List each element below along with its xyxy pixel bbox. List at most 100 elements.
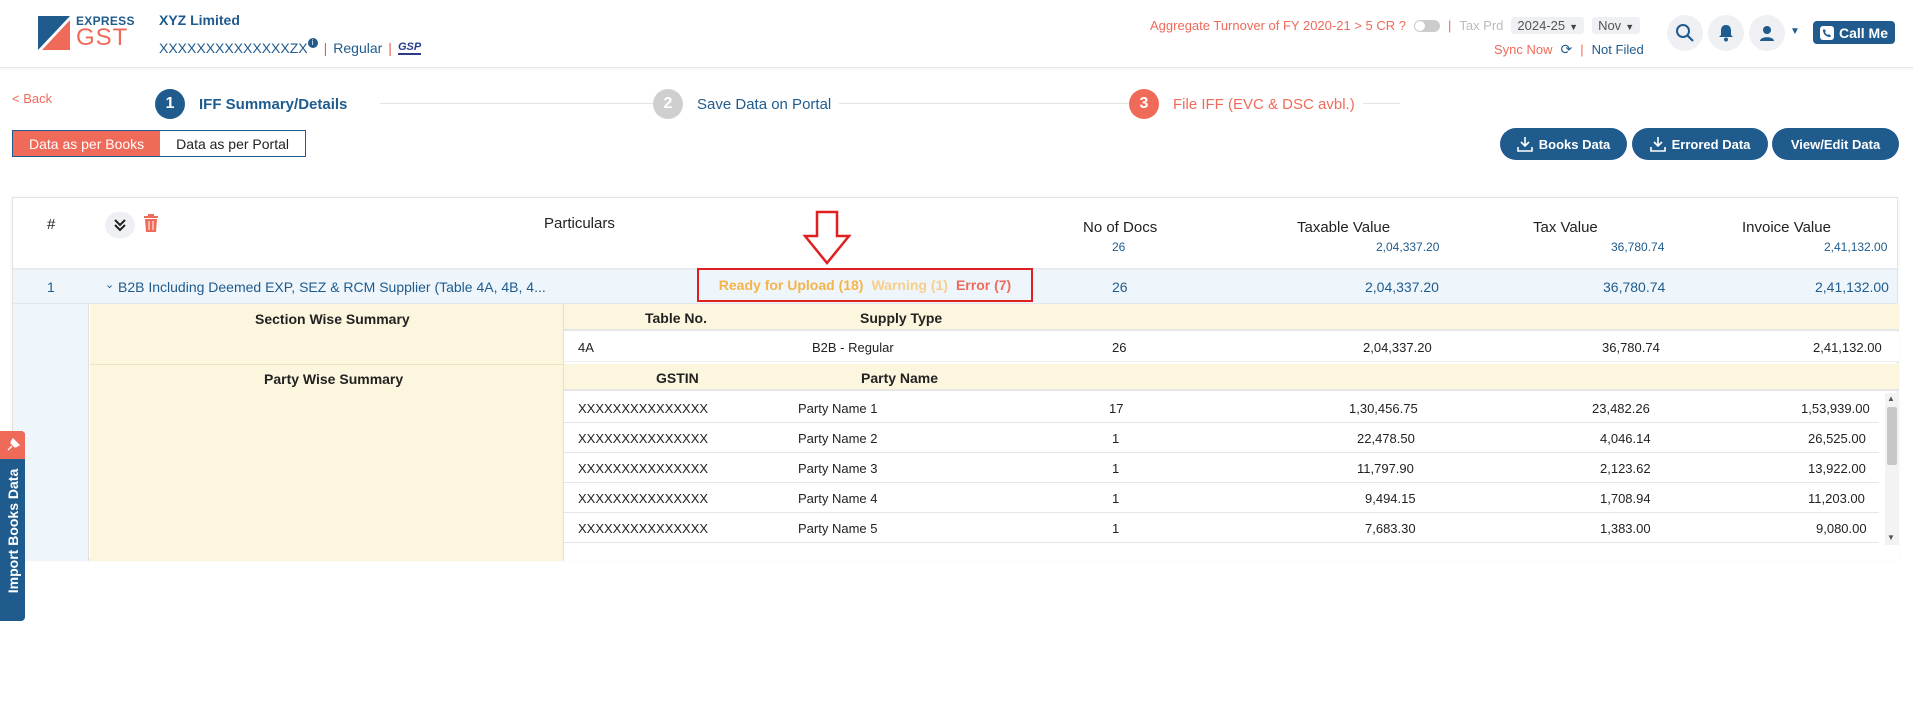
errored-data-label: Errored Data <box>1671 136 1751 152</box>
party-invoice: 1,53,939.00 <box>1801 401 1870 416</box>
summary-table: # Particulars No of Docs 26 Taxable Valu… <box>12 197 1899 561</box>
year-select[interactable]: 2024-25 ▼ <box>1511 17 1585 34</box>
total-tax: 36,780.74 <box>1611 240 1665 254</box>
tab-data-as-per-portal[interactable]: Data as per Portal <box>160 131 306 156</box>
party-taxable: 1,30,456.75 <box>1349 401 1418 416</box>
party-list: XXXXXXXXXXXXXXX Party Name 1 17 1,30,456… <box>564 393 1899 561</box>
separator: | <box>1447 18 1452 33</box>
trash-icon[interactable] <box>143 214 159 232</box>
sync-row: Sync Now ⟳ | Not Filed <box>1494 41 1644 58</box>
col-tax-header: Tax Value <box>1533 219 1598 236</box>
col-supply-type: Supply Type <box>860 310 943 326</box>
party-taxable: 9,494.15 <box>1365 491 1416 506</box>
party-docs: 1 <box>1112 521 1120 536</box>
search-button[interactable] <box>1667 15 1703 51</box>
scroll-down-icon[interactable]: ▼ <box>1887 533 1895 542</box>
download-icon <box>1516 137 1533 152</box>
annotation-arrow-icon <box>802 210 852 265</box>
scroll-thumb[interactable] <box>1887 407 1897 465</box>
tax-period-label: Tax Prd <box>1459 18 1504 33</box>
section-no-docs: 26 <box>1112 340 1127 355</box>
status-warning[interactable]: Warning (1) <box>871 277 947 293</box>
party-invoice: 26,525.00 <box>1808 431 1866 446</box>
month-select[interactable]: Nov ▼ <box>1592 17 1641 34</box>
section-invoice: 2,41,132.00 <box>1813 340 1882 355</box>
back-link[interactable]: < Back <box>12 91 52 106</box>
data-source-tabs: Data as per Books Data as per Portal <box>12 130 307 157</box>
refresh-icon[interactable]: ⟳ <box>1561 41 1573 58</box>
section-wise-summary-title: Section Wise Summary <box>255 311 410 327</box>
step-number: 1 <box>155 89 185 119</box>
table-row[interactable]: XXXXXXXXXXXXXXX Party Name 1 17 1,30,456… <box>564 393 1879 423</box>
import-books-data-tab[interactable]: Import Books Data <box>0 431 25 621</box>
party-list-scrollbar[interactable]: ▲ ▼ <box>1885 393 1899 545</box>
b2b-no-docs: 26 <box>1112 279 1128 295</box>
table-row[interactable]: 4A B2B - Regular 26 2,04,337.20 36,780.7… <box>564 332 1899 362</box>
view-edit-data-label: View/Edit Data <box>1790 136 1881 152</box>
summary-titles-panel: Section Wise Summary Party Wise Summary <box>90 304 564 561</box>
status-highlight-box: Ready for Upload (18) Warning (1) Error … <box>697 268 1033 302</box>
b2b-invoice: 2,41,132.00 <box>1815 279 1889 295</box>
party-gstin: XXXXXXXXXXXXXXX <box>578 521 709 536</box>
brand-main-text: GST <box>76 24 129 51</box>
scroll-up-icon[interactable]: ▲ <box>1887 394 1895 403</box>
party-docs: 1 <box>1112 461 1120 476</box>
caret-down-icon[interactable]: ▼ <box>1790 26 1800 37</box>
expand-all-button[interactable] <box>105 212 135 238</box>
notifications-button[interactable] <box>1708 15 1744 51</box>
col-party-name: Party Name <box>861 370 939 386</box>
step-number: 2 <box>653 89 683 119</box>
express-gst-logo[interactable]: EXPRESS GST <box>36 14 136 52</box>
step-3[interactable]: 3 File IFF (EVC & DSC avbl.) <box>1129 89 1363 119</box>
status-ready-for-upload[interactable]: Ready for Upload (18) <box>719 277 864 293</box>
view-edit-data-button[interactable]: View/Edit Data <box>1772 128 1899 160</box>
section-taxable: 2,04,337.20 <box>1363 340 1432 355</box>
col-table-no: Table No. <box>645 310 707 326</box>
table-row[interactable]: XXXXXXXXXXXXXXX Party Name 2 1 22,478.50… <box>564 423 1879 453</box>
pin-icon[interactable] <box>0 431 25 459</box>
table-row[interactable]: XXXXXXXXXXXXXXX Party Name 3 1 11,797.90… <box>564 453 1879 483</box>
table-row[interactable]: XXXXXXXXXXXXXXX Party Name 5 1 7,683.30 … <box>564 513 1879 543</box>
row-index: 1 <box>47 279 55 295</box>
info-icon[interactable]: i <box>307 38 318 48</box>
caret-down-icon: ▼ <box>1625 22 1635 32</box>
col-no-docs-header: No of Docs <box>1083 219 1158 236</box>
party-tax: 1,708.94 <box>1600 491 1651 506</box>
b2b-tax: 36,780.74 <box>1603 279 1666 295</box>
section-tax: 36,780.74 <box>1602 340 1660 355</box>
col-index-header: # <box>47 216 56 233</box>
company-name[interactable]: XYZ Limited <box>159 12 240 28</box>
errored-data-button[interactable]: Errored Data <box>1632 128 1768 160</box>
import-books-data-label: Import Books Data <box>5 468 21 594</box>
total-taxable: 2,04,337.20 <box>1376 240 1440 254</box>
turnover-toggle[interactable] <box>1413 19 1440 32</box>
separator: | <box>323 40 328 56</box>
step-label: IFF Summary/Details <box>199 95 348 113</box>
search-icon <box>1676 24 1694 42</box>
party-name: Party Name 1 <box>798 401 878 416</box>
download-icon <box>1649 137 1666 152</box>
user-profile-button[interactable] <box>1749 15 1785 51</box>
gsp-logo-icon: GSP <box>397 41 422 55</box>
table-row[interactable]: XXXXXXXXXXXXXXX Party Name 4 1 9,494.15 … <box>564 483 1879 513</box>
col-particulars-header: Particulars <box>544 215 615 232</box>
b2b-label[interactable]: B2B Including Deemed EXP, SEZ & RCM Supp… <box>118 279 546 295</box>
party-name: Party Name 2 <box>798 431 878 446</box>
tab-data-as-per-books[interactable]: Data as per Books <box>13 131 161 156</box>
party-name: Party Name 3 <box>798 461 878 476</box>
separator: | <box>1580 42 1584 57</box>
books-data-label: Books Data <box>1538 136 1611 152</box>
party-docs: 1 <box>1112 431 1120 446</box>
sync-now-link[interactable]: Sync Now <box>1494 42 1553 57</box>
step-2[interactable]: 2 Save Data on Portal <box>653 89 840 119</box>
call-me-button[interactable]: Call Me <box>1813 21 1895 44</box>
col-gstin: GSTIN <box>656 370 699 386</box>
party-gstin: XXXXXXXXXXXXXXX <box>578 431 709 446</box>
step-1[interactable]: 1 IFF Summary/Details <box>155 89 356 119</box>
gstin-row: XXXXXXXXXXXXXXZX i | Regular | GSP <box>159 38 422 56</box>
divider <box>90 364 563 365</box>
status-error[interactable]: Error (7) <box>956 277 1011 293</box>
total-no-docs: 26 <box>1112 240 1126 254</box>
chevron-down-icon[interactable]: ⌄ <box>105 278 114 291</box>
books-data-button[interactable]: Books Data <box>1500 128 1627 160</box>
